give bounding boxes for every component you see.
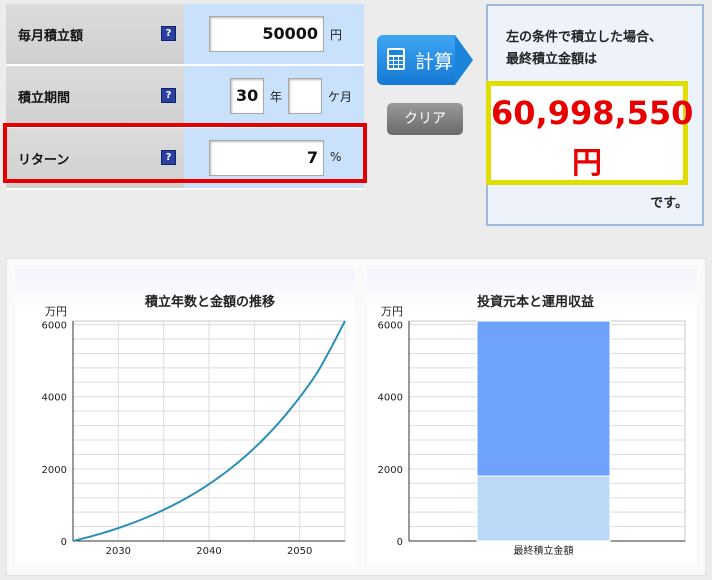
clear-button[interactable]: クリア [387, 103, 463, 135]
monthly-label: 毎月積立額 [18, 28, 84, 44]
y-tick-label: 0 [61, 537, 67, 548]
calculate-button[interactable]: 計算 [377, 35, 473, 85]
growth-chart-panel: 積立年数と金額の推移 万円 0 2000 4000 6000 2030 2040 2050 [15, 269, 355, 565]
bar-gain [476, 320, 611, 477]
composition-chart-panel: 投資元本と運用収益 万円 0 2000 4000 6000 最終積立金額 [367, 269, 697, 565]
calculate-label: 計算 [415, 51, 454, 73]
y-tick-label: 4000 [378, 393, 403, 404]
period-label: 積立期間 [18, 90, 71, 106]
composition-bar-chart: 0 2000 4000 6000 最終積立金額 [378, 320, 686, 557]
years-unit: 年 [270, 90, 283, 104]
x-tick-label: 2050 [287, 546, 312, 557]
highlight-box [3, 123, 367, 183]
help-icon[interactable]: ? [161, 26, 176, 41]
calculator-icon [387, 48, 405, 70]
period-years-input[interactable]: 30 [230, 78, 264, 114]
months-unit: ケ月 [328, 90, 353, 104]
growth-line-chart: 0 2000 4000 6000 2030 2040 2050 [42, 320, 346, 557]
monthly-row: 毎月積立額 ? 50000 円 [6, 4, 364, 66]
help-icon[interactable]: ? [161, 88, 176, 103]
y-tick-label: 2000 [378, 465, 403, 476]
category-label: 最終積立金額 [514, 544, 574, 557]
final-amount-currency: 円 [572, 146, 602, 181]
bar-principal [476, 475, 611, 542]
x-tick-label: 2030 [106, 546, 131, 557]
final-amount: 60,998,550 [491, 94, 694, 132]
period-months-input[interactable] [288, 78, 322, 114]
y-tick-label: 6000 [378, 321, 403, 332]
charts-area: 積立年数と金額の推移 万円 0 2000 4000 6000 2030 2040 2050 … [6, 258, 706, 576]
result-text-line1: 左の条件で積立した場合、 [506, 30, 663, 45]
monthly-amount-input[interactable]: 50000 [209, 16, 324, 52]
result-text-line2: 最終積立金額は [506, 52, 598, 67]
y-tick-label: 0 [397, 537, 403, 548]
y-tick-label: 2000 [42, 465, 67, 476]
y-tick-label: 6000 [42, 321, 67, 332]
x-tick-label: 2040 [196, 546, 221, 557]
monthly-unit: 円 [330, 28, 343, 42]
result-suffix: です。 [650, 196, 688, 211]
y-tick-label: 4000 [42, 393, 67, 404]
result-amount-box: 60,998,550 円 [486, 81, 694, 185]
period-row: 積立期間 ? 30 年 ケ月 [6, 66, 364, 128]
result-panel: 左の条件で積立した場合、 最終積立金額は 60,998,550 円 です。 [486, 4, 704, 226]
